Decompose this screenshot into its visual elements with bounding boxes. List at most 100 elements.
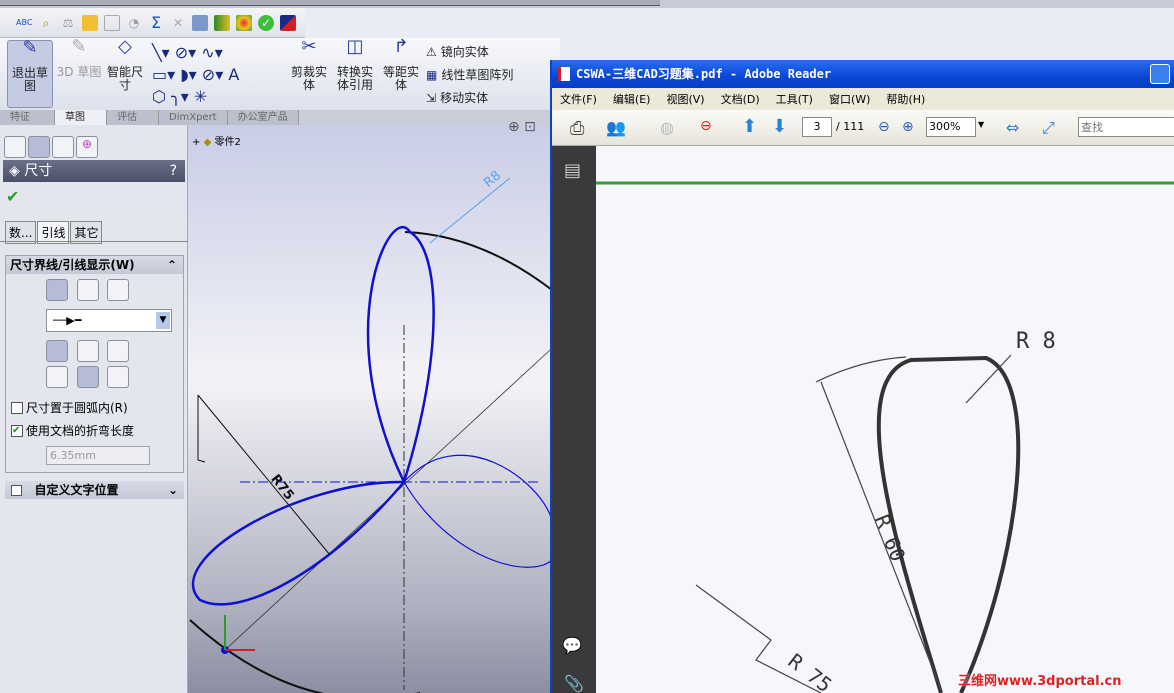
search-input[interactable]	[1078, 117, 1174, 137]
chevron-down-icon[interactable]: ▼	[156, 312, 170, 329]
trim-icon: ✂	[301, 36, 317, 57]
analysis-icon[interactable]	[214, 14, 230, 31]
smart-dimension-button[interactable]: ◇ 智能尺寸	[102, 38, 148, 108]
menu-view[interactable]: 视图(V)	[666, 91, 704, 107]
property-manager-tab[interactable]	[28, 136, 50, 158]
comment-icon[interactable]: ◍	[660, 118, 674, 137]
line-icon[interactable]: ╲▾	[152, 43, 175, 62]
help-button[interactable]: ?	[170, 160, 177, 182]
config-manager-tab[interactable]	[52, 136, 74, 158]
custom-text-position-group[interactable]: 自定义文字位置 ⌄	[5, 481, 184, 499]
menu-help[interactable]: 帮助(H)	[886, 91, 925, 107]
collaborate-icon[interactable]: 👥	[606, 118, 626, 137]
radius-leader-button[interactable]	[46, 340, 68, 362]
menu-window[interactable]: 窗口(W)	[829, 91, 870, 107]
arrow-inside-button[interactable]	[77, 279, 99, 301]
previous-page-button[interactable]: ⬆	[742, 116, 757, 137]
expand-icon[interactable]: ⌄	[168, 481, 178, 499]
check-icon[interactable]	[104, 14, 120, 31]
attachments-icon[interactable]: 📎	[564, 674, 584, 693]
menu-tools[interactable]: 工具(T)	[776, 91, 813, 107]
zoom-dropdown-icon[interactable]: ▼	[978, 120, 984, 129]
offset-button[interactable]: ↱ 等距实体	[378, 36, 424, 108]
pdf-page[interactable]: R 8 R 60 R 75 三维网www.3dportal.cn	[596, 146, 1174, 693]
minimize-button[interactable]	[1150, 64, 1170, 84]
tab-office[interactable]: 办公室产品	[227, 110, 299, 125]
arc-inside-checkbox[interactable]: 尺寸置于圆弧内(R)	[11, 399, 128, 416]
label-r8: R 8	[1016, 329, 1056, 354]
fillet-icon[interactable]: ╮▾	[171, 87, 194, 106]
mirror-button[interactable]: ⚠ 镜向实体	[426, 43, 489, 60]
menu-file[interactable]: 文件(F)	[560, 91, 597, 107]
ellipse-icon[interactable]: ⊘▾	[202, 65, 229, 84]
table-icon[interactable]	[192, 14, 208, 31]
zoom-out-button[interactable]: ⊖	[878, 119, 890, 135]
comments-icon[interactable]: 💬	[562, 636, 582, 655]
move-icon: ⇲	[426, 90, 437, 105]
secure-icon[interactable]: ⊖	[700, 118, 712, 134]
tab-sketch[interactable]: 草图	[55, 110, 107, 125]
dimxpert-tab[interactable]: ⊕	[76, 136, 98, 158]
zoom-level-select[interactable]: 300%	[926, 117, 976, 137]
sum-icon[interactable]: Σ	[148, 14, 164, 31]
offset-icon: ↱	[393, 36, 409, 57]
menu-edit[interactable]: 编辑(E)	[613, 91, 651, 107]
bend-length-input[interactable]: 6.35mm	[46, 446, 150, 465]
trim-button[interactable]: ✂ 剪裁实体	[286, 36, 332, 108]
3d-sketch-button[interactable]: ✎ 3D 草图	[56, 38, 102, 108]
page-number-input[interactable]: 3	[802, 117, 832, 137]
graphics-area[interactable]: + ◆ 零件2 ⊕ ⊡ R8 R75	[188, 119, 552, 693]
doc-bend-length-checkbox[interactable]: ✔ 使用文档的折弯长度	[11, 422, 134, 439]
rectangle-icon[interactable]: ▭▾	[152, 65, 180, 84]
linear-pattern-button[interactable]: ▦ 线性草图阵列	[426, 66, 513, 83]
geometry-icon[interactable]: ✕	[170, 15, 186, 31]
fit-page-icon[interactable]: ⤢	[1042, 118, 1055, 138]
tab-dimxpert[interactable]: DimXpert	[159, 110, 228, 125]
mass-properties-icon[interactable]: ⚖	[60, 15, 76, 31]
ok-checkmark-icon[interactable]: ✔	[6, 187, 19, 206]
point-icon[interactable]: ✳	[194, 87, 207, 106]
zoom-in-button[interactable]: ⊕	[902, 119, 914, 135]
solid-leader-button[interactable]	[107, 366, 129, 388]
command-manager: ✎ 退出草图 ✎ 3D 草图 ◇ 智能尺寸 ╲▾ ⊘▾ ∿▾ ▭▾ ◗▾ ⊘▾ A ⬡…	[0, 38, 560, 112]
circle-icon[interactable]: ⊘▾	[175, 43, 202, 62]
arrow-style-select[interactable]: ──▶━ ▼	[46, 309, 172, 332]
text-icon[interactable]: A	[228, 65, 239, 84]
move-button[interactable]: ⇲ 移动实体	[426, 89, 488, 106]
zebra-icon[interactable]	[236, 14, 252, 31]
pages-icon[interactable]: ▤	[564, 160, 581, 181]
tab-features[interactable]: 特征	[0, 110, 55, 125]
custom-text-checkbox[interactable]	[11, 485, 22, 496]
linear-leader-button[interactable]	[107, 340, 129, 362]
collapse-icon[interactable]: ⌃	[167, 256, 177, 274]
ok-icon[interactable]: ✓	[258, 14, 274, 31]
exit-sketch-icon: ✎	[22, 37, 38, 58]
pdf-drawing	[596, 181, 1174, 693]
tab-evaluate[interactable]: 评估	[107, 110, 159, 125]
color-icon[interactable]	[280, 14, 296, 31]
convert-button[interactable]: ◫ 转换实体引用	[333, 38, 377, 108]
spell-check-icon[interactable]: ABC	[16, 15, 32, 31]
foreshortened-button[interactable]	[46, 366, 68, 388]
section-properties-icon[interactable]	[82, 14, 98, 31]
exit-sketch-button[interactable]: ✎ 退出草图	[7, 37, 53, 108]
menu-document[interactable]: 文档(D)	[721, 91, 760, 107]
menu-bar: 文件(F) 编辑(E) 视图(V) 文档(D) 工具(T) 窗口(W) 帮助(H…	[552, 88, 1174, 110]
r8-dimension-line	[429, 177, 511, 244]
measure-icon[interactable]: ⌕	[38, 15, 54, 31]
arrow-smart-button[interactable]	[107, 279, 129, 301]
next-page-button[interactable]: ⬇	[772, 116, 787, 137]
fit-width-icon[interactable]: ⇔	[1006, 118, 1019, 137]
arrow-style-icon: ──▶━	[53, 314, 82, 327]
statistics-icon[interactable]: ◔	[126, 15, 142, 31]
group-header[interactable]: 尺寸界线/引线显示(W) ⌃	[6, 256, 183, 274]
arc-icon[interactable]: ◗▾	[180, 65, 202, 84]
print-icon[interactable]: ⎙	[570, 118, 584, 139]
polygon-icon[interactable]: ⬡	[152, 87, 171, 106]
pattern-icon: ▦	[426, 67, 438, 82]
feature-tree-tab[interactable]	[4, 136, 26, 158]
arrow-outside-button[interactable]	[46, 279, 68, 301]
diameter-leader-button[interactable]	[77, 340, 99, 362]
open-leader-button[interactable]	[77, 366, 99, 388]
spline-icon[interactable]: ∿▾	[201, 43, 222, 62]
